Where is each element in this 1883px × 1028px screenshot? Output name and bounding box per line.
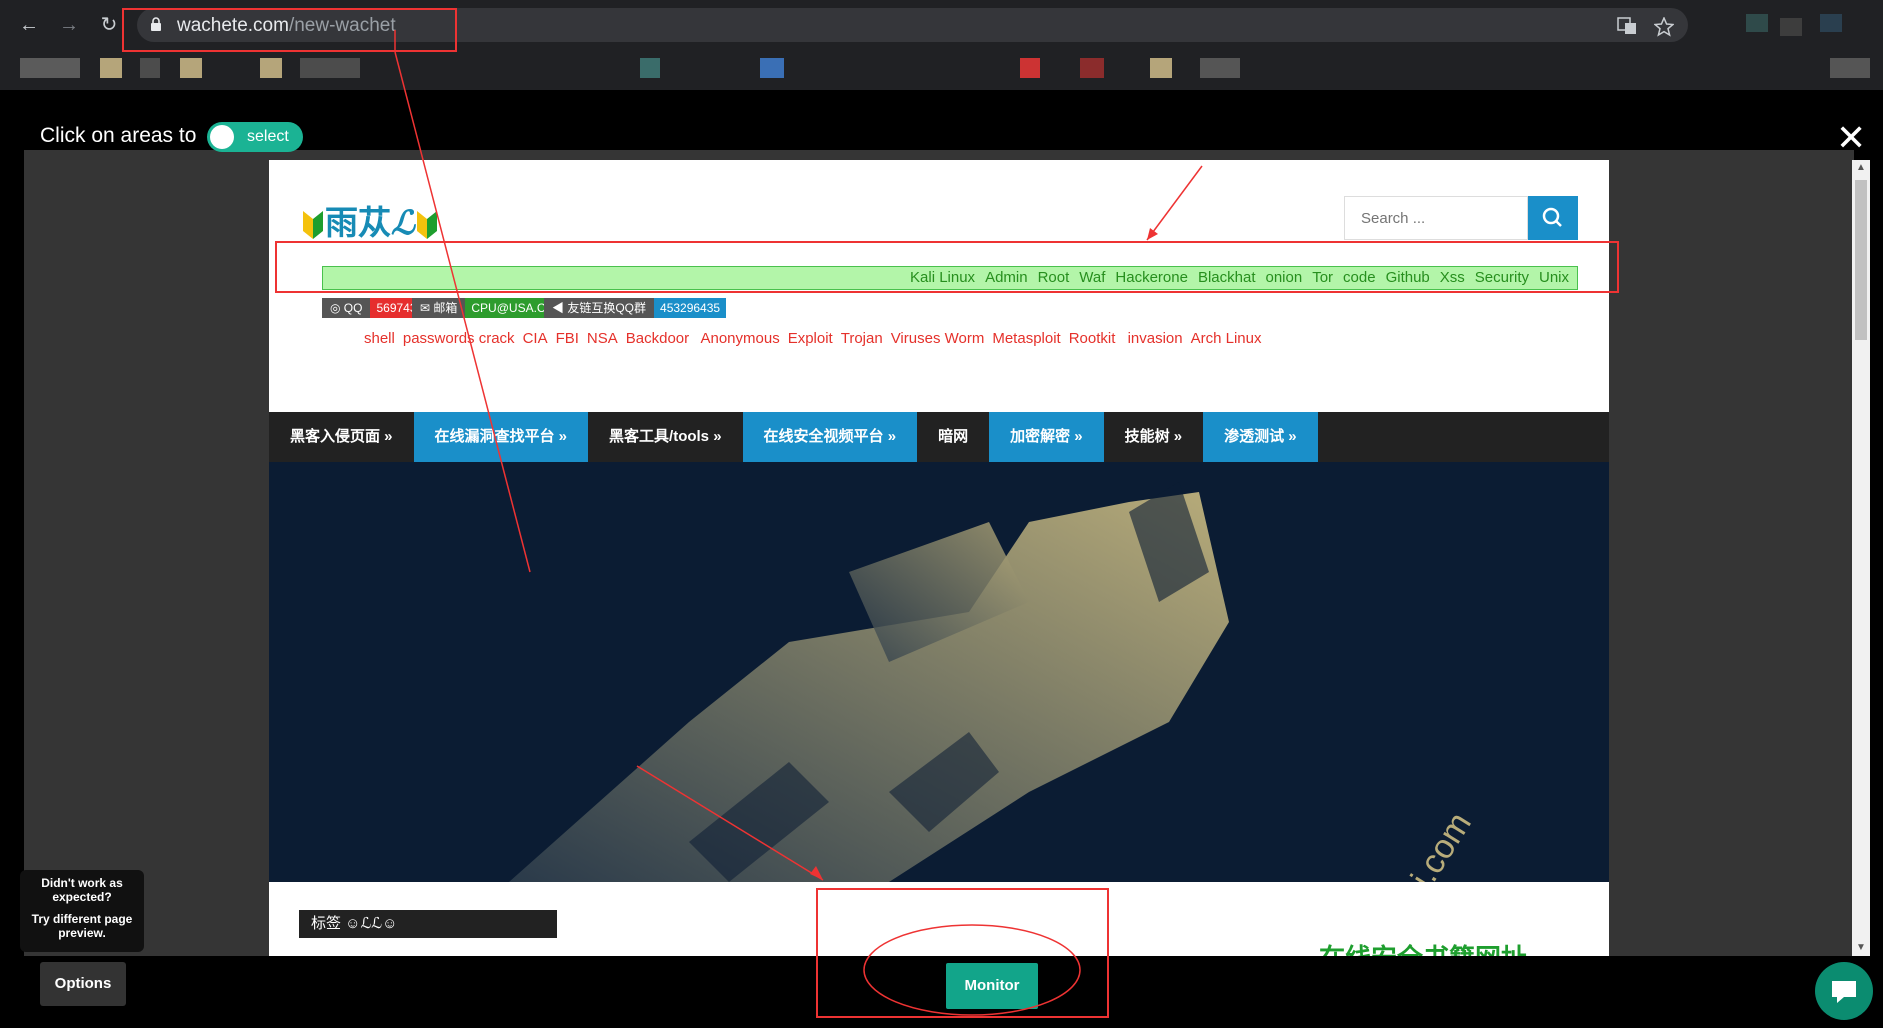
annotation-overlay: [394, 30, 1203, 1016]
